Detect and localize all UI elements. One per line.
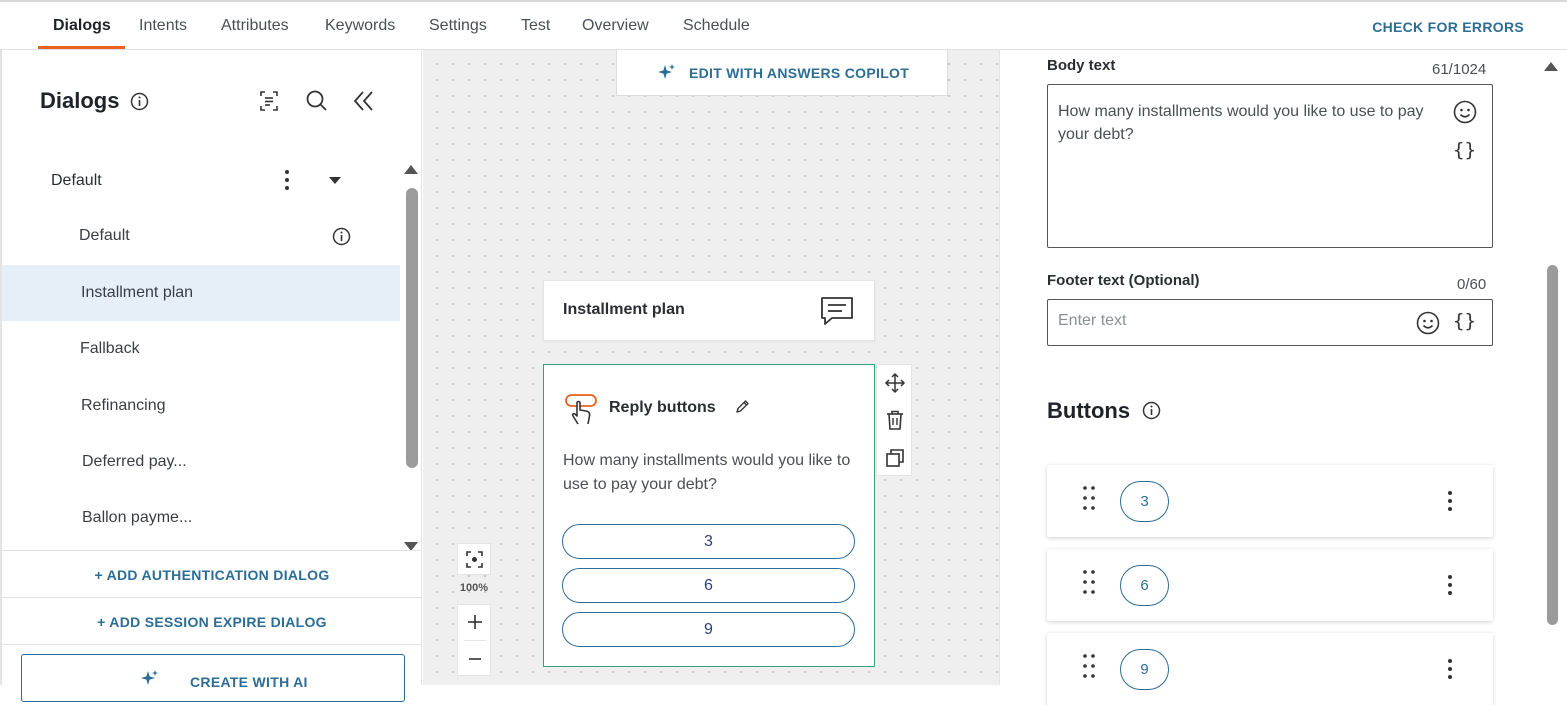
outline-view-icon[interactable] xyxy=(256,88,282,114)
zoom-controls xyxy=(457,604,491,676)
element-editor-panel: Body text 61/1024 How many installments … xyxy=(1001,50,1567,705)
tab-settings[interactable]: Settings xyxy=(429,17,487,35)
info-icon[interactable] xyxy=(1142,401,1161,420)
fit-screen-icon xyxy=(465,550,484,569)
drag-handle-icon[interactable] xyxy=(1081,653,1097,679)
more-options-icon[interactable] xyxy=(1447,658,1453,680)
divider xyxy=(2,597,422,598)
button-row[interactable]: 9 xyxy=(1047,633,1493,705)
sparkle-icon xyxy=(140,669,160,689)
copilot-label: EDIT WITH ANSWERS COPILOT xyxy=(689,65,910,81)
button-value-pill[interactable]: 6 xyxy=(1120,565,1169,606)
tab-keywords[interactable]: Keywords xyxy=(325,17,395,35)
reply-option-button[interactable]: 6 xyxy=(562,568,855,603)
message-icon xyxy=(820,296,854,326)
sidebar-item-default[interactable]: Default xyxy=(2,208,400,264)
reply-option-button[interactable]: 9 xyxy=(562,612,855,647)
more-options-icon[interactable] xyxy=(1447,490,1453,512)
sparkle-icon xyxy=(657,63,677,83)
zoom-level: 100% xyxy=(459,582,489,594)
sidebar-item-deferred-payment[interactable]: Deferred pay... xyxy=(2,434,400,490)
tab-intents[interactable]: Intents xyxy=(139,17,187,35)
more-options-icon[interactable] xyxy=(1447,574,1453,596)
edit-with-answers-copilot-button[interactable]: EDIT WITH ANSWERS COPILOT xyxy=(616,50,948,96)
add-session-expire-dialog-button[interactable]: + ADD SESSION EXPIRE DIALOG xyxy=(2,614,422,630)
create-with-ai-label: CREATE WITH AI xyxy=(190,674,308,690)
tab-dialogs[interactable]: Dialogs xyxy=(53,17,111,35)
button-value-pill[interactable]: 9 xyxy=(1120,649,1169,690)
reply-option-button[interactable]: 3 xyxy=(562,524,855,559)
element-toolbar xyxy=(876,364,912,476)
divider xyxy=(464,640,486,641)
reply-buttons-element[interactable]: Reply buttons How many installments woul… xyxy=(543,364,875,667)
trash-icon[interactable] xyxy=(883,408,907,432)
reply-buttons-icon xyxy=(564,391,600,427)
reply-buttons-body: How many installments would you like to … xyxy=(563,452,851,493)
body-text-field[interactable]: How many installments would you like to … xyxy=(1047,84,1493,248)
footer-text-label: Footer text (Optional) xyxy=(1047,272,1200,289)
chevron-down-icon[interactable] xyxy=(329,177,341,184)
body-text-counter: 61/1024 xyxy=(1432,61,1487,78)
dialog-group-default[interactable]: Default xyxy=(2,152,402,208)
dialog-group-label: Default xyxy=(51,172,102,189)
tab-test[interactable]: Test xyxy=(521,17,550,35)
emoji-icon[interactable] xyxy=(1415,310,1441,336)
buttons-section-title: Buttons xyxy=(1047,398,1131,423)
info-icon[interactable] xyxy=(332,227,351,246)
info-icon[interactable] xyxy=(130,92,149,111)
sidebar-item-label: Fallback xyxy=(80,340,140,357)
dialog-start-node[interactable]: Installment plan xyxy=(543,280,875,341)
fit-to-screen-button[interactable] xyxy=(457,543,491,575)
drag-handle-icon[interactable] xyxy=(1081,569,1097,595)
more-options-icon[interactable] xyxy=(284,169,290,191)
zoom-in-icon[interactable] xyxy=(466,613,484,631)
sidebar-scrollbar[interactable] xyxy=(406,188,418,468)
sidebar-item-fallback[interactable]: Fallback xyxy=(2,321,400,377)
footer-text-counter: 0/60 xyxy=(1457,276,1487,293)
pencil-icon[interactable] xyxy=(734,399,750,415)
footer-text-input[interactable] xyxy=(1058,312,1398,330)
sidebar-item-label: Default xyxy=(79,227,130,244)
footer-text-field[interactable]: {} xyxy=(1047,299,1493,346)
body-text-label: Body text xyxy=(1047,57,1116,74)
sidebar-item-refinancing[interactable]: Refinancing xyxy=(2,378,400,434)
zoom-out-icon[interactable] xyxy=(466,650,484,668)
node-title: Installment plan xyxy=(563,301,685,318)
scroll-up-arrow[interactable] xyxy=(1544,62,1558,71)
check-for-errors-button[interactable]: CHECK FOR ERRORS xyxy=(1372,19,1524,35)
body-text-value[interactable]: How many installments would you like to … xyxy=(1058,100,1433,146)
editor-scrollbar[interactable] xyxy=(1547,265,1558,625)
dialogs-sidebar: Dialogs Default Default Installment plan… xyxy=(0,50,422,702)
sidebar-item-label: Installment plan xyxy=(81,284,194,301)
sidebar-item-label: Refinancing xyxy=(81,397,166,414)
button-row[interactable]: 3 xyxy=(1047,465,1493,537)
insert-variable-icon[interactable]: {} xyxy=(1453,310,1476,332)
add-authentication-dialog-button[interactable]: + ADD AUTHENTICATION DIALOG xyxy=(2,567,422,583)
create-with-ai-button[interactable]: CREATE WITH AI xyxy=(21,654,405,702)
button-value-pill[interactable]: 3 xyxy=(1120,481,1169,522)
flow-canvas[interactable]: EDIT WITH ANSWERS COPILOT Installment pl… xyxy=(423,50,1000,685)
sidebar-item-label: Deferred pay... xyxy=(82,453,187,470)
search-icon[interactable] xyxy=(304,88,330,114)
sidebar-item-balloon-payment[interactable]: Ballon payme... xyxy=(2,490,400,546)
sidebar-item-installment-plan[interactable]: Installment plan xyxy=(2,265,400,321)
sidebar-item-label: Ballon payme... xyxy=(82,509,193,526)
tab-schedule[interactable]: Schedule xyxy=(683,17,750,35)
top-navigation: Dialogs Intents Attributes Keywords Sett… xyxy=(0,0,1567,50)
duplicate-icon[interactable] xyxy=(883,446,907,470)
sidebar-title: Dialogs xyxy=(40,88,120,113)
move-icon[interactable] xyxy=(883,371,907,395)
insert-variable-icon[interactable]: {} xyxy=(1453,139,1476,161)
tab-attributes[interactable]: Attributes xyxy=(221,17,289,35)
reply-buttons-title: Reply buttons xyxy=(609,399,716,416)
collapse-panel-icon[interactable] xyxy=(350,88,376,114)
active-tab-indicator xyxy=(38,46,125,49)
scroll-up-arrow[interactable] xyxy=(404,165,418,174)
button-row[interactable]: 6 xyxy=(1047,549,1493,621)
divider xyxy=(2,644,422,645)
drag-handle-icon[interactable] xyxy=(1081,485,1097,511)
emoji-icon[interactable] xyxy=(1452,99,1478,125)
divider xyxy=(2,550,422,551)
tab-overview[interactable]: Overview xyxy=(582,17,649,35)
